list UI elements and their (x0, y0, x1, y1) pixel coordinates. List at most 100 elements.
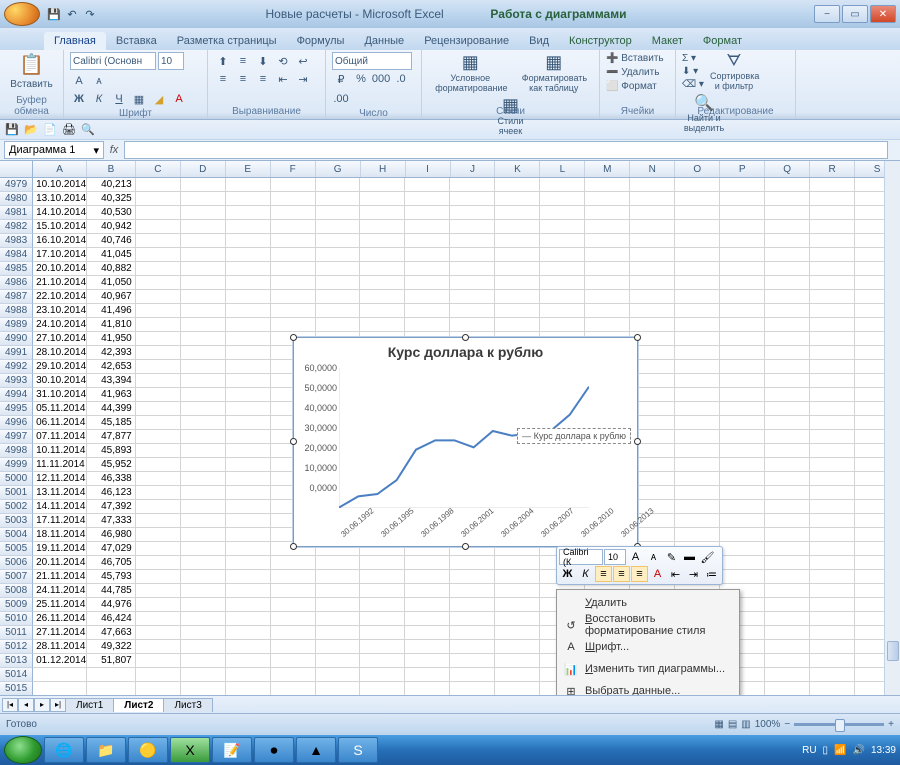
cell[interactable] (810, 346, 855, 360)
comma-icon[interactable]: 000 (372, 70, 390, 88)
cell[interactable] (405, 276, 450, 290)
cell[interactable] (136, 262, 181, 276)
cell[interactable]: 44,399 (87, 402, 136, 416)
cell[interactable] (316, 598, 361, 612)
ctx-item-3[interactable]: 📊Изменить тип диаграммы... (559, 658, 737, 680)
cell[interactable] (360, 584, 405, 598)
tray-lang[interactable]: RU (802, 745, 816, 756)
cell[interactable]: 49,322 (87, 640, 136, 654)
row-header[interactable]: 4991 (0, 346, 33, 360)
chart-title[interactable]: Курс доллара к рублю (294, 344, 637, 360)
cell[interactable] (136, 584, 181, 598)
cell[interactable] (181, 556, 226, 570)
cell[interactable] (181, 542, 226, 556)
indent-inc-icon[interactable]: ⇥ (294, 70, 312, 88)
cell[interactable] (810, 444, 855, 458)
taskbar-camtasia-icon[interactable]: ⏺ (254, 737, 294, 763)
cell[interactable] (226, 360, 271, 374)
cell[interactable] (316, 556, 361, 570)
cell[interactable] (136, 430, 181, 444)
cell[interactable] (810, 318, 855, 332)
cell[interactable] (271, 682, 316, 695)
cell[interactable]: 01.12.2014 (33, 654, 87, 668)
cell[interactable] (226, 542, 271, 556)
cell[interactable] (720, 304, 765, 318)
delete-cells-button[interactable]: ➖ Удалить (606, 66, 669, 80)
cell[interactable]: 40,325 (87, 192, 136, 206)
cell[interactable] (765, 360, 810, 374)
cell[interactable] (136, 570, 181, 584)
cell[interactable] (765, 654, 810, 668)
tray-net-icon[interactable]: 📶 (834, 745, 846, 756)
cell[interactable] (316, 626, 361, 640)
cell[interactable] (810, 430, 855, 444)
cell[interactable] (316, 570, 361, 584)
cell[interactable] (810, 668, 855, 682)
cell[interactable] (316, 654, 361, 668)
cell[interactable] (495, 612, 540, 626)
cell[interactable]: 47,392 (87, 500, 136, 514)
cell[interactable] (181, 192, 226, 206)
border-icon[interactable]: ▦ (130, 90, 148, 108)
row-header[interactable]: 5003 (0, 514, 33, 528)
cell[interactable] (181, 262, 226, 276)
cell[interactable]: 25.11.2014 (33, 598, 87, 612)
mini-size-select[interactable]: 10 (604, 549, 626, 565)
indent-inc-icon[interactable]: ⇥ (685, 566, 702, 582)
cell[interactable] (810, 290, 855, 304)
cell[interactable] (181, 612, 226, 626)
currency-icon[interactable]: ₽ (332, 70, 350, 88)
cell[interactable] (495, 192, 540, 206)
cell[interactable] (720, 542, 765, 556)
cell[interactable] (405, 626, 450, 640)
cell[interactable] (360, 612, 405, 626)
cell[interactable] (360, 318, 405, 332)
cell[interactable]: 45,185 (87, 416, 136, 430)
cell[interactable] (181, 416, 226, 430)
cell[interactable] (585, 318, 630, 332)
insert-cells-button[interactable]: ➕ Вставить (606, 52, 669, 66)
cell[interactable] (720, 360, 765, 374)
cell[interactable] (540, 178, 585, 192)
row-header[interactable]: 4990 (0, 332, 33, 346)
row-header[interactable]: 4983 (0, 234, 33, 248)
cell[interactable] (136, 444, 181, 458)
style-icon[interactable]: ✎ (663, 549, 680, 565)
ribbon-tab-9[interactable]: Формат (693, 32, 752, 50)
cell[interactable] (720, 458, 765, 472)
cell[interactable] (720, 528, 765, 542)
cell[interactable]: 26.11.2014 (33, 612, 87, 626)
sheet-tab[interactable]: Лист1 (65, 698, 114, 712)
cell[interactable]: 05.11.2014 (33, 402, 87, 416)
cell[interactable] (765, 304, 810, 318)
cell[interactable] (630, 248, 675, 262)
cell[interactable] (495, 598, 540, 612)
cell[interactable]: 10.10.2014 (33, 178, 87, 192)
cell[interactable]: 15.10.2014 (33, 220, 87, 234)
cell[interactable] (405, 612, 450, 626)
cell[interactable] (87, 682, 136, 695)
row-header[interactable]: 4986 (0, 276, 33, 290)
zoom-slider[interactable] (794, 723, 884, 726)
cell[interactable]: 45,952 (87, 458, 136, 472)
row-header[interactable]: 5013 (0, 654, 33, 668)
cell[interactable] (675, 430, 720, 444)
chart-object[interactable]: Курс доллара к рублю 60,000050,000040,00… (293, 337, 638, 547)
cell[interactable] (360, 598, 405, 612)
cell[interactable] (720, 444, 765, 458)
cell[interactable] (765, 556, 810, 570)
mini-font-select[interactable]: Calibri (К (559, 549, 603, 565)
cell[interactable] (226, 668, 271, 682)
cell[interactable] (810, 262, 855, 276)
cell[interactable] (316, 318, 361, 332)
cell[interactable]: 40,746 (87, 234, 136, 248)
ribbon-tab-6[interactable]: Вид (519, 32, 559, 50)
cell[interactable] (316, 584, 361, 598)
row-header[interactable]: 4984 (0, 248, 33, 262)
cell[interactable] (181, 430, 226, 444)
cell[interactable] (720, 570, 765, 584)
cell[interactable] (405, 640, 450, 654)
cell[interactable] (181, 528, 226, 542)
row-header[interactable]: 4992 (0, 360, 33, 374)
zoom-in-icon[interactable]: + (888, 719, 894, 730)
